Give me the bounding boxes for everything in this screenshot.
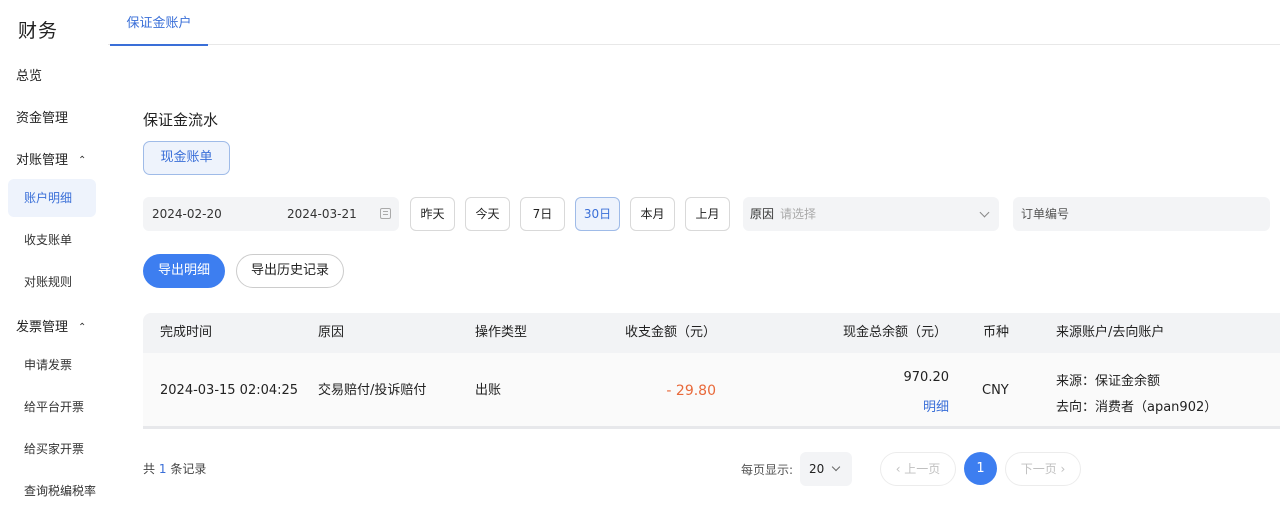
col-account: 来源账户/去向账户: [1056, 325, 1165, 340]
sidebar-item-invoice-management[interactable]: 发票管理 ⌃: [16, 316, 86, 335]
reason-select[interactable]: 原因 请选择: [743, 197, 999, 231]
page-size-select[interactable]: 20: [800, 452, 852, 486]
sidebar-title: 财务: [18, 20, 59, 42]
range-yesterday-button[interactable]: 昨天: [410, 197, 455, 231]
col-reason: 原因: [318, 325, 345, 340]
col-op-type: 操作类型: [475, 325, 528, 340]
sidebar-item-reconciliation[interactable]: 对账管理 ⌃: [16, 149, 86, 168]
sidebar-item-income-expense-bill[interactable]: 收支账单: [8, 221, 96, 259]
tab-bar: 保证金账户: [108, 0, 1280, 46]
chevron-down-icon: [979, 207, 990, 218]
end-date: 2024-03-21: [287, 207, 357, 221]
range-last-month-button[interactable]: 上月: [685, 197, 730, 231]
range-today-button[interactable]: 今天: [465, 197, 510, 231]
chevron-up-icon: ⌃: [78, 155, 87, 166]
page-size-value: 20: [809, 462, 825, 476]
export-history-button[interactable]: 导出历史记录: [236, 254, 344, 288]
chevron-down-icon: [831, 462, 841, 472]
prev-page-button[interactable]: ‹ 上一页: [880, 452, 956, 486]
cell-time: 2024-03-15 02:04:25: [160, 383, 299, 398]
chevron-up-icon: ⌃: [78, 322, 87, 333]
cell-amount: - 29.80: [666, 383, 716, 399]
sidebar: 财务 总览 资金管理 对账管理 ⌃ 账户明细 收支账单 对账规则 发票管理 ⌃ 申请…: [0, 0, 108, 508]
col-amount: 收支金额（元）: [625, 325, 717, 340]
finance-app: 财务 总览 资金管理 对账管理 ⌃ 账户明细 收支账单 对账规则 发票管理 ⌃ 申请…: [0, 0, 1280, 508]
calendar-icon: [380, 208, 391, 219]
table-header: 完成时间 原因 操作类型 收支金额（元） 现金总余额（元） 币种 来源账户/去向…: [143, 313, 1280, 353]
section-title: 保证金流水: [143, 111, 219, 129]
col-currency: 币种: [983, 325, 1010, 340]
cell-target-account: 去向：消费者（apan902）: [1056, 400, 1218, 415]
sidebar-item-account-detail[interactable]: 账户明细: [8, 179, 96, 217]
range-30d-button[interactable]: 30日: [575, 197, 620, 231]
range-this-month-button[interactable]: 本月: [630, 197, 675, 231]
col-balance: 现金总余额（元）: [843, 325, 948, 340]
page-number-1[interactable]: 1: [964, 452, 997, 485]
start-date: 2024-02-20: [152, 207, 222, 221]
sidebar-item-apply-invoice[interactable]: 申请发票: [8, 346, 96, 384]
reason-placeholder: 请选择: [780, 207, 817, 221]
cell-balance: 970.20: [903, 370, 950, 385]
sidebar-item-tax-code-query[interactable]: 查询税编税率: [8, 472, 96, 508]
reason-label: 原因: [750, 207, 775, 221]
tab-deposit-account[interactable]: 保证金账户: [110, 0, 208, 46]
sidebar-item-fund-management[interactable]: 资金管理: [16, 107, 68, 126]
sidebar-item-reconciliation-rules[interactable]: 对账规则: [8, 263, 96, 301]
cash-bill-button[interactable]: 现金账单: [143, 141, 230, 175]
cell-source-account: 来源：保证金余额: [1056, 374, 1161, 389]
next-page-button[interactable]: 下一页 ›: [1005, 452, 1081, 486]
total-records: 共 1 条记录: [143, 462, 207, 476]
sidebar-item-invoice-to-platform[interactable]: 给平台开票: [8, 388, 96, 426]
table-row: 2024-03-15 02:04:25 交易赔付/投诉赔付 出账 - 29.80…: [143, 353, 1280, 429]
transactions-table: 完成时间 原因 操作类型 收支金额（元） 现金总余额（元） 币种 来源账户/去向…: [143, 313, 1280, 429]
cell-op-type: 出账: [475, 383, 502, 398]
cell-currency: CNY: [982, 383, 1009, 398]
page-size-label: 每页显示:: [741, 463, 794, 477]
balance-detail-link[interactable]: 明细: [848, 396, 949, 415]
cell-reason: 交易赔付/投诉赔付: [318, 383, 427, 398]
sidebar-item-invoice-to-buyer[interactable]: 给买家开票: [8, 430, 96, 468]
date-range-picker[interactable]: 2024-02-20 2024-03-21: [143, 197, 399, 231]
order-number-input[interactable]: [1013, 197, 1270, 231]
range-7d-button[interactable]: 7日: [520, 197, 565, 231]
sidebar-item-overview[interactable]: 总览: [16, 65, 42, 84]
col-time: 完成时间: [160, 325, 213, 340]
export-detail-button[interactable]: 导出明细: [143, 254, 225, 288]
